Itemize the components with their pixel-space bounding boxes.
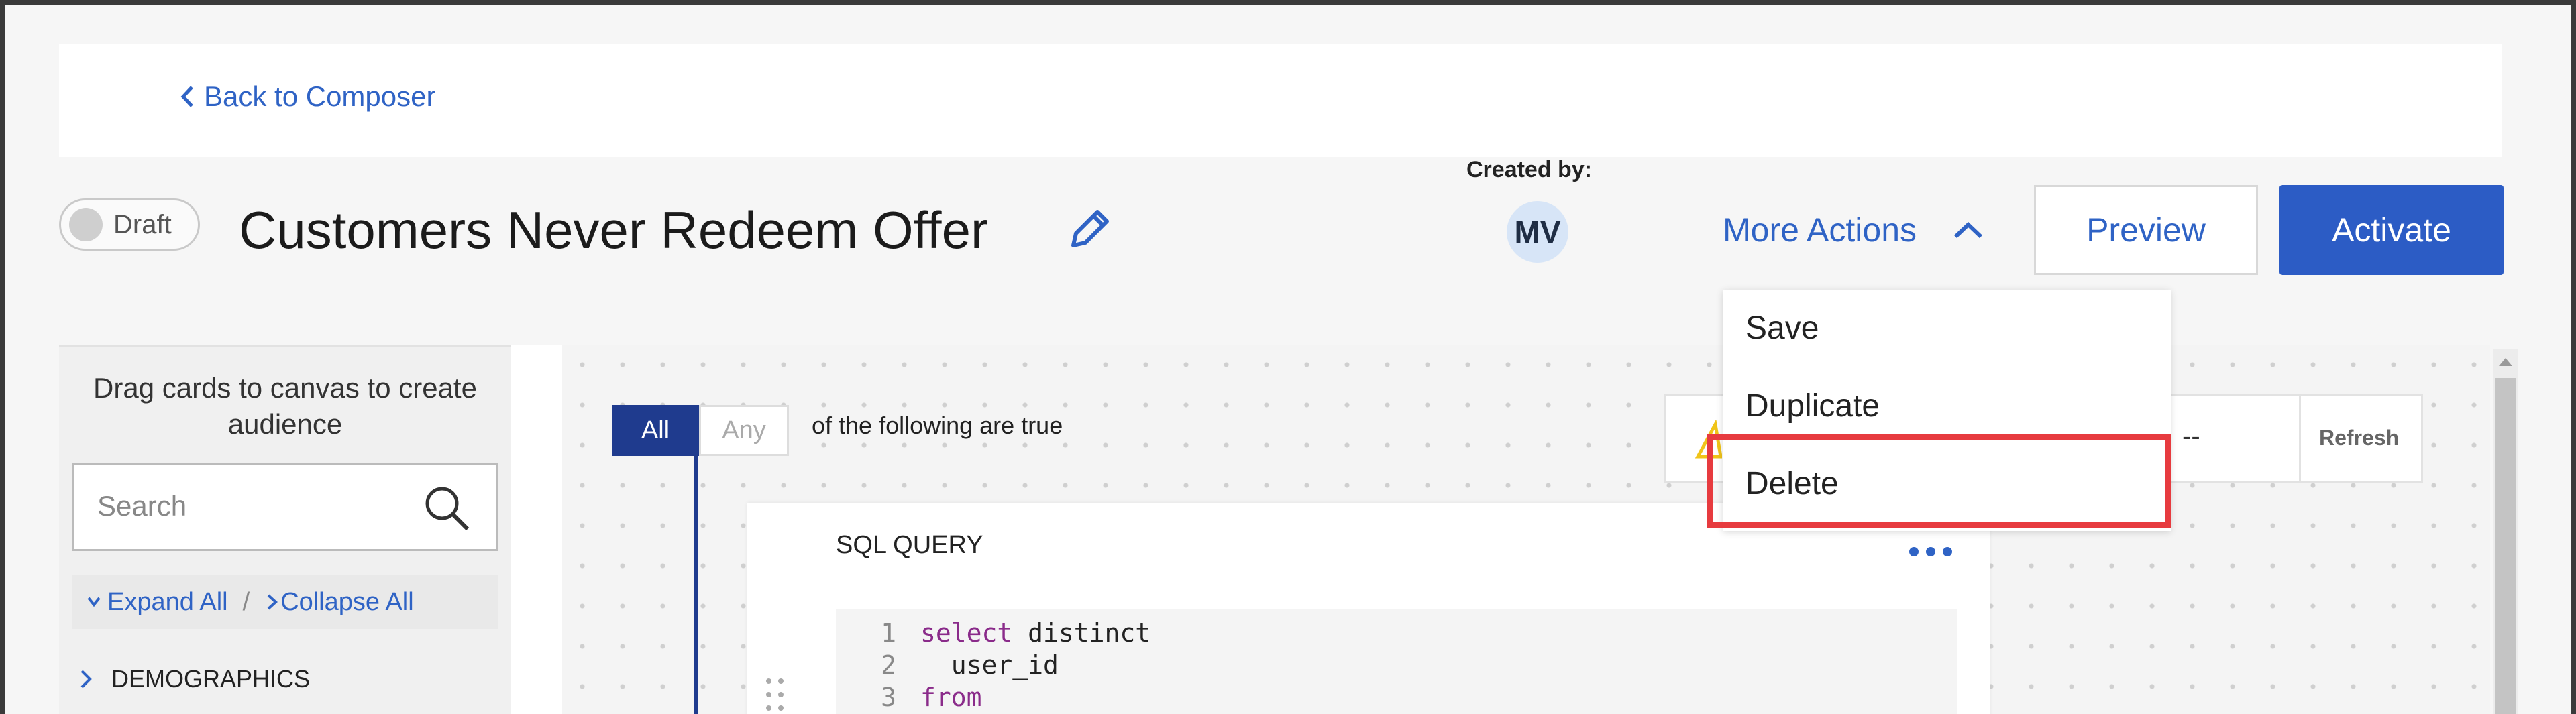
more-actions-button[interactable]: More Actions (1723, 211, 1984, 249)
sql-card-title: SQL QUERY (836, 531, 983, 559)
sidebar-hint: Drag cards to canvas to create audience (93, 372, 477, 440)
warning-icon (1695, 420, 1722, 459)
more-actions-label: More Actions (1723, 211, 1917, 249)
back-to-composer-link[interactable]: Back to Composer (180, 80, 435, 113)
code-line: 2 user_id (836, 650, 1059, 682)
avatar: MV (1507, 201, 1568, 263)
search-input[interactable]: Search (72, 463, 498, 551)
search-icon[interactable] (422, 483, 472, 533)
app-window: Back to Composer Draft Customers Never R… (5, 5, 2571, 714)
top-bar: Back to Composer (59, 44, 2502, 157)
collapse-all-link[interactable]: Collapse All (280, 588, 414, 617)
status-badge[interactable]: Draft (59, 198, 200, 251)
match-any-toggle[interactable]: Any (699, 405, 789, 456)
page-title: Customers Never Redeem Offer (239, 200, 988, 259)
back-link-label: Back to Composer (204, 80, 436, 112)
match-all-toggle[interactable]: All (612, 405, 699, 456)
code-line: 1 select distinct (836, 618, 1150, 650)
section-label: DEMOGRAPHICS (111, 665, 311, 693)
drag-handle-icon[interactable] (762, 674, 789, 714)
scroll-up-arrow-icon[interactable] (2496, 354, 2516, 370)
sql-query-card[interactable]: SQL QUERY 1 select distinct 2 user_id 3 … (747, 503, 1990, 714)
more-actions-menu: Save Duplicate Delete (1723, 290, 2171, 531)
canvas-gutter (511, 345, 562, 714)
status-toggle-knob (69, 208, 103, 241)
expand-collapse-row: Expand All / Collapse All (72, 575, 498, 629)
chevron-left-icon (180, 86, 193, 107)
scrollbar-thumb[interactable] (2496, 378, 2516, 714)
line-number: 3 (881, 682, 896, 712)
chevron-right-icon (267, 594, 278, 610)
search-placeholder: Search (97, 490, 187, 522)
code-line: 3 from (836, 682, 982, 714)
chevron-down-icon (87, 597, 101, 607)
menu-item-delete[interactable]: Delete (1746, 465, 1839, 502)
condition-connector-line (694, 456, 698, 714)
card-divider (2299, 396, 2301, 481)
pencil-icon[interactable] (1064, 204, 1115, 258)
sql-keyword: select (920, 618, 1013, 648)
sql-code-editor[interactable]: 1 select distinct 2 user_id 3 from (836, 609, 1957, 714)
sql-keyword: from (920, 682, 982, 712)
line-number: 2 (881, 650, 896, 680)
audience-count-value: -- (2182, 422, 2200, 451)
status-label: Draft (113, 209, 172, 239)
chevron-right-icon (80, 670, 92, 689)
condition-text: of the following are true (812, 412, 1063, 439)
refresh-button[interactable]: Refresh (2319, 426, 2399, 451)
more-horizontal-icon[interactable] (1908, 546, 1953, 561)
cards-sidebar: Drag cards to canvas to create audience … (59, 345, 511, 714)
code-text: distinct (1012, 618, 1151, 648)
code-text: user_id (920, 650, 1059, 680)
activate-button[interactable]: Activate (2279, 185, 2504, 275)
expand-all-link[interactable]: Expand All (107, 588, 228, 617)
menu-item-save[interactable]: Save (1746, 310, 1819, 347)
preview-button[interactable]: Preview (2034, 185, 2258, 275)
sidebar-section-demographics[interactable]: DEMOGRAPHICS (72, 665, 310, 693)
chevron-up-icon (1953, 221, 1983, 239)
expand-collapse-separator: / (242, 587, 250, 616)
line-number: 1 (881, 618, 896, 648)
menu-item-duplicate[interactable]: Duplicate (1746, 388, 1880, 424)
created-by-label: Created by: (1466, 157, 1593, 182)
